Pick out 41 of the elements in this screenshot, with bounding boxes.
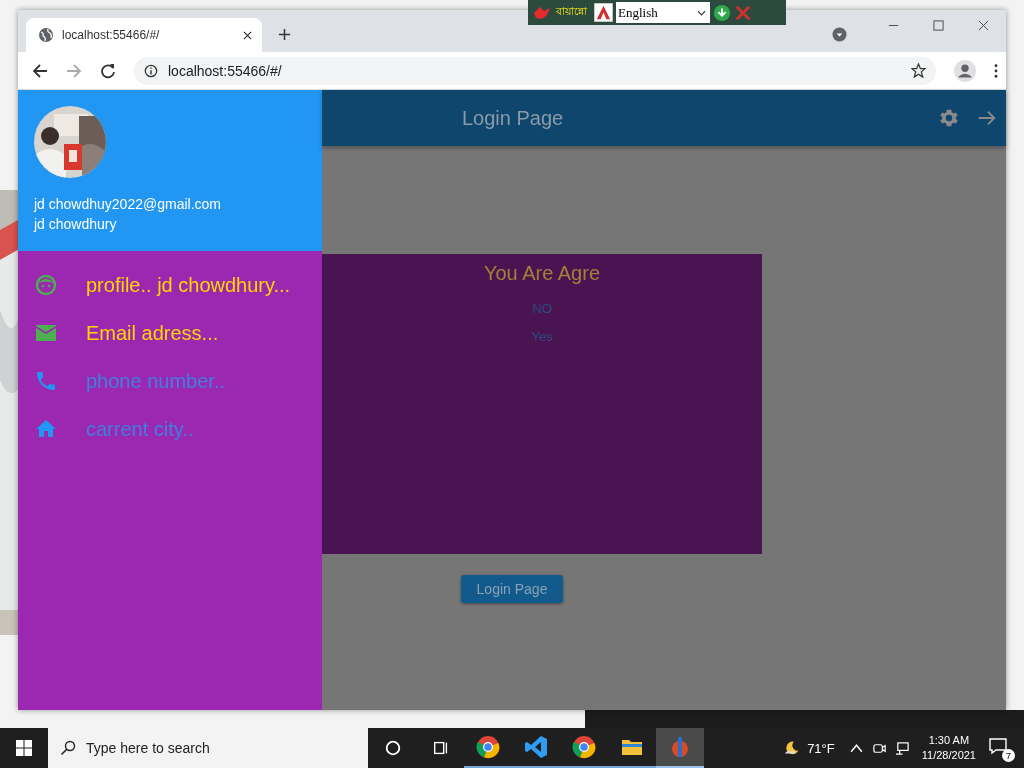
browser-icon [476, 735, 500, 759]
address-bar[interactable]: localhost:55466/#/ [134, 56, 936, 85]
search-icon [60, 740, 76, 756]
network-icon[interactable] [894, 740, 910, 756]
reload-icon[interactable] [100, 62, 116, 79]
close-icon[interactable] [243, 30, 252, 40]
download-icon[interactable] [713, 3, 731, 22]
back-icon[interactable] [32, 62, 48, 79]
drawer-item[interactable]: Email adress... [18, 309, 322, 357]
caret-icon [697, 9, 706, 16]
info-icon [144, 63, 158, 78]
globe-icon [38, 27, 54, 43]
code-editor-icon [524, 735, 548, 759]
dialog-title: You Are Agre [484, 262, 600, 285]
tab-search-icon[interactable] [832, 27, 847, 42]
bookmark-star-icon[interactable] [911, 63, 926, 78]
language-name: বায়ান্নো [556, 4, 587, 20]
menu-icon[interactable] [994, 63, 998, 78]
browser-tab[interactable]: localhost:55466/#/ [26, 18, 262, 52]
close-icon[interactable] [978, 20, 989, 31]
maximize-icon[interactable] [933, 20, 944, 31]
weather-temperature[interactable]: 71°F [807, 740, 835, 756]
task-view-icon[interactable] [432, 739, 450, 757]
taskbar-app[interactable] [656, 728, 704, 768]
user-name: jd chowdhury [34, 215, 118, 234]
clock[interactable]: 1:30 AM 11/28/2021 [921, 733, 976, 763]
message-icon [988, 736, 1008, 756]
browser-icon [572, 735, 596, 759]
drawer-item[interactable]: profile.. jd chowdhury... [18, 261, 322, 309]
app-bar-title: Login Page [462, 106, 565, 130]
language-dropdown[interactable]: English [616, 2, 710, 23]
notification-count: 7 [1002, 749, 1015, 762]
cortana-icon[interactable] [384, 739, 402, 757]
windows-start-icon[interactable] [16, 740, 32, 756]
new-tab-icon[interactable] [278, 28, 291, 41]
user-email: jd chowdhuy2022@gmail.com [34, 195, 222, 214]
notification-button[interactable]: 7 [988, 736, 1012, 760]
account-icon[interactable] [954, 59, 976, 82]
settings-icon[interactable] [938, 107, 960, 129]
taskbar-search-field[interactable]: Type here to search [48, 728, 368, 768]
letter-a-icon[interactable] [594, 3, 613, 22]
